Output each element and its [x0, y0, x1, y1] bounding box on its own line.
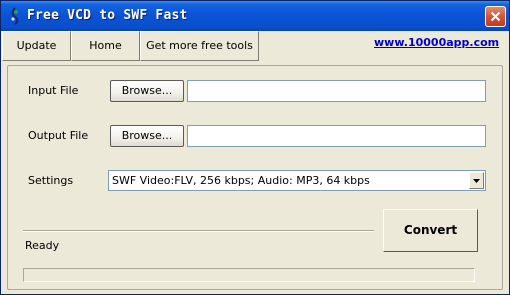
settings-dropdown-button[interactable] — [469, 172, 484, 189]
output-file-label: Output File — [28, 129, 89, 142]
settings-select[interactable]: SWF Video:FLV, 256 kbps; Audio: MP3, 64 … — [108, 170, 486, 191]
close-button[interactable] — [485, 6, 506, 27]
status-text: Ready — [25, 239, 60, 252]
input-file-field[interactable] — [187, 80, 486, 102]
home-button[interactable]: Home — [71, 31, 140, 61]
input-file-label: Input File — [28, 84, 79, 97]
website-link[interactable]: www.10000app.com — [374, 36, 499, 49]
update-button[interactable]: Update — [2, 31, 71, 61]
settings-label: Settings — [28, 174, 74, 187]
settings-value: SWF Video:FLV, 256 kbps; Audio: MP3, 64 … — [112, 174, 370, 187]
output-file-field[interactable] — [187, 125, 486, 147]
window-title: Free VCD to SWF Fast — [27, 8, 188, 23]
convert-button[interactable]: Convert — [383, 209, 478, 252]
progress-bar — [23, 268, 475, 282]
divider — [23, 230, 374, 232]
app-icon — [11, 7, 19, 25]
output-browse-button[interactable]: Browse... — [110, 125, 184, 147]
chevron-down-icon — [473, 179, 480, 183]
title-bar[interactable]: Free VCD to SWF Fast — [1, 1, 509, 31]
input-browse-button[interactable]: Browse... — [110, 80, 184, 102]
close-icon — [490, 11, 501, 22]
free-tools-button[interactable]: Get more free tools — [140, 31, 259, 61]
app-window: Free VCD to SWF Fast Update Home Get mor… — [0, 0, 510, 295]
